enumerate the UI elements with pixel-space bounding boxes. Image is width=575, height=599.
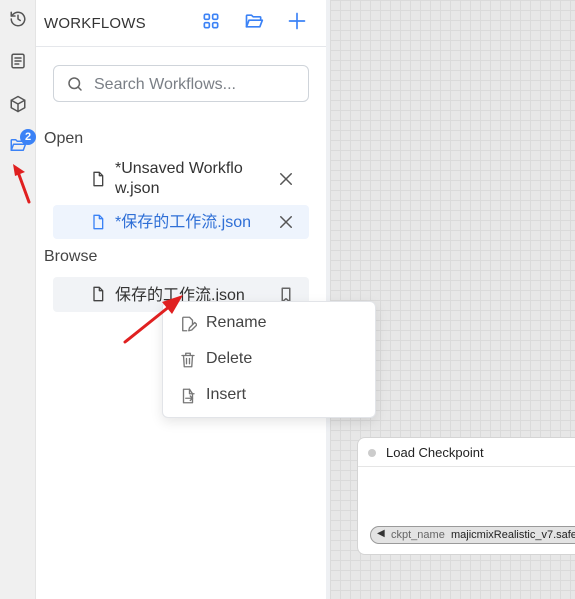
cube-icon (9, 95, 27, 118)
open-workflow-item[interactable]: *Unsaved Workflo w.json (53, 156, 309, 200)
menu-item-rename[interactable]: Rename (163, 307, 375, 341)
menu-item-label: Delete (206, 350, 253, 367)
activity-bar: 2 (0, 0, 36, 599)
workflows-button[interactable]: 2 (4, 129, 36, 161)
node-library-button[interactable] (4, 49, 32, 77)
menu-item-label: Rename (206, 314, 267, 331)
close-icon (280, 173, 292, 185)
open-workflow-item-active[interactable]: *保存的工作流.json (53, 205, 309, 239)
grid-icon (201, 11, 221, 36)
load-checkpoint-node[interactable]: Load Checkpoint ◀ ckpt_name majicmixReal… (357, 437, 575, 555)
context-menu: Rename Delete Insert (162, 301, 376, 418)
panel-header: WORKFLOWS (36, 0, 328, 47)
node-title: Load Checkpoint (386, 445, 484, 460)
folder-open-icon (244, 11, 264, 36)
widget-value: majicmixRealistic_v7.safetensors (451, 529, 575, 541)
history-icon (9, 10, 27, 33)
browse-templates-button[interactable] (199, 11, 223, 35)
document-icon (9, 52, 27, 75)
workflows-panel: WORKFLOWS Open *Unsaved Workflo w.json (36, 0, 328, 599)
close-workflow-button[interactable] (277, 213, 295, 231)
close-workflow-button[interactable] (277, 170, 295, 188)
left-arrow-icon[interactable]: ◀ (377, 528, 385, 539)
workflow-label: *保存的工作流.json (115, 214, 252, 231)
node-divider (358, 466, 575, 467)
menu-item-delete[interactable]: Delete (163, 343, 375, 377)
new-workflow-button[interactable] (285, 11, 309, 35)
open-workflow-button[interactable] (242, 11, 266, 35)
menu-item-insert[interactable]: Insert (163, 379, 375, 413)
workflow-count-badge: 2 (20, 129, 36, 145)
panel-title: WORKFLOWS (44, 15, 146, 32)
widget-name: ckpt_name (391, 529, 445, 541)
open-section-label: Open (44, 130, 84, 147)
browse-section-label: Browse (44, 248, 98, 265)
file-icon (90, 214, 106, 230)
search-box (53, 65, 309, 102)
ckpt-name-combo[interactable]: ◀ ckpt_name majicmixRealistic_v7.safeten… (370, 526, 575, 544)
queue-history-button[interactable] (4, 7, 32, 35)
close-icon (280, 216, 292, 228)
node-collapse-dot[interactable] (368, 449, 376, 457)
file-icon (90, 171, 106, 187)
model-library-button[interactable] (4, 92, 32, 120)
file-icon (90, 286, 106, 302)
workflow-label: *Unsaved Workflo w.json (115, 160, 243, 197)
search-input[interactable] (92, 72, 306, 98)
menu-item-label: Insert (206, 386, 247, 403)
plus-icon (287, 11, 307, 36)
